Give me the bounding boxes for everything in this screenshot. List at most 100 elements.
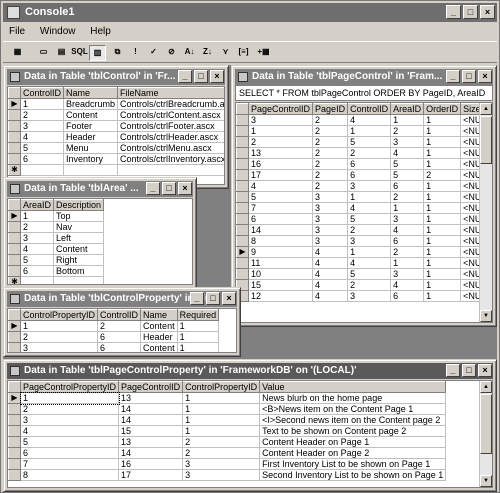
table-cell[interactable]: 1 (347, 191, 392, 203)
column-header[interactable]: ControlID (347, 103, 392, 115)
table-cell[interactable]: 6 (247, 213, 314, 225)
maximize-button[interactable]: □ (206, 292, 220, 305)
table-row[interactable]: 10 4 5 3 1 <NUL (236, 268, 490, 280)
table-row[interactable]: 8 17 3 Second Inventory List to be shown on… (8, 469, 447, 481)
table-cell[interactable]: 15 (247, 279, 314, 291)
table-cell[interactable]: 1 (423, 213, 462, 225)
table-cell[interactable]: Content (140, 320, 178, 332)
table-cell[interactable]: 3 (182, 469, 261, 481)
table-cell[interactable]: 5 (19, 142, 65, 154)
table-row[interactable]: 8 3 3 6 1 <NUL (236, 235, 490, 247)
table-cell[interactable]: 1 (19, 210, 55, 222)
close-button[interactable]: × (478, 70, 492, 83)
table-row[interactable]: 15 4 2 4 1 <NUL (236, 279, 490, 291)
close-button[interactable]: × (480, 5, 495, 19)
row-selector[interactable] (236, 268, 249, 280)
table-cell[interactable]: 5 (347, 213, 392, 225)
sql-pane[interactable]: SELECT * FROM tblPageControl ORDER BY Pa… (235, 85, 493, 101)
table-row[interactable]: 5 13 2 Content Header on Page 1 (8, 436, 447, 448)
table-row[interactable]: 3 Left (8, 232, 105, 244)
table-cell[interactable]: 2 (19, 403, 120, 415)
diagram-pane-icon[interactable]: ▭ (35, 45, 52, 61)
table-cell[interactable]: Content (140, 342, 178, 352)
table-cell[interactable]: Content Header on Page 2 (259, 447, 447, 459)
table-row[interactable]: 14 3 2 4 1 <NUL (236, 224, 490, 236)
table-cell[interactable]: 1 (423, 147, 462, 159)
minimize-button[interactable]: _ (446, 5, 461, 19)
table-cell[interactable]: 4 (19, 243, 55, 255)
row-selector[interactable] (8, 342, 21, 352)
table-cell[interactable]: 1 (423, 290, 462, 302)
table-cell[interactable]: Text to be shown on Content page 2 (259, 425, 447, 437)
table-cell[interactable]: 2 (390, 125, 425, 137)
table-cell[interactable]: 14 (118, 414, 184, 426)
table-cell[interactable]: 1 (19, 391, 120, 405)
table-cell[interactable]: Content Header on Page 1 (259, 436, 447, 448)
table-cell[interactable]: 3 (390, 213, 425, 225)
table-cell[interactable]: Content (53, 243, 105, 255)
window-tblPageControl[interactable]: Data in Table 'tblPageControl' in 'Fram.… (231, 65, 497, 327)
table-cell[interactable]: 4 (312, 268, 349, 280)
column-header[interactable]: FileName (117, 87, 224, 99)
table-cell[interactable]: 6 (347, 158, 392, 170)
column-header[interactable]: Description (53, 199, 105, 211)
new-row-icon[interactable]: ✱ (8, 276, 21, 284)
column-header[interactable]: Name (63, 87, 119, 99)
table-row[interactable]: ▶ 1 13 1 News blurb on the home page (8, 391, 447, 405)
table-cell[interactable]: 5 (347, 268, 392, 280)
minimize-button[interactable]: _ (446, 70, 460, 83)
grid-pane-icon[interactable]: ▤ (53, 45, 70, 61)
scroll-up-icon[interactable]: ▲ (480, 381, 492, 393)
table-cell[interactable]: 6 (390, 235, 425, 247)
table-cell[interactable]: 4 (247, 180, 314, 192)
scroll-down-icon[interactable]: ▼ (480, 310, 492, 322)
table-cell[interactable]: 1 (390, 257, 425, 269)
change-type-icon[interactable]: ⧉ (109, 45, 126, 61)
table-row[interactable]: ▶ 1 Top (8, 210, 105, 222)
table-cell[interactable]: 6 (19, 153, 65, 165)
row-selector[interactable] (236, 213, 249, 225)
table-row[interactable]: 17 2 6 5 2 <NUL (236, 169, 490, 181)
sort-descending-icon[interactable]: Z↓ (199, 45, 216, 61)
table-cell[interactable]: 2 (19, 331, 99, 343)
table-cell[interactable]: 1 (347, 246, 392, 258)
table-cell[interactable]: News blurb on the home page (259, 392, 447, 404)
table-cell[interactable]: 2 (347, 224, 392, 236)
new-row-icon[interactable]: ✱ (8, 164, 21, 176)
table-cell[interactable]: 4 (347, 257, 392, 269)
maximize-button[interactable]: □ (463, 5, 478, 19)
table-cell[interactable]: 2 (19, 109, 65, 121)
table-cell[interactable]: 3 (390, 136, 425, 148)
column-header[interactable]: Name (140, 309, 178, 321)
column-header[interactable]: PageControlPropertyID (19, 381, 120, 393)
table-row[interactable]: 3 2 4 1 1 <NUL (236, 114, 490, 126)
table-cell[interactable]: 8 (19, 469, 120, 481)
table-cell[interactable]: 4 (19, 425, 120, 437)
table-cell[interactable]: 6 (347, 169, 392, 181)
table-cell[interactable]: 16 (247, 158, 314, 170)
table-cell[interactable]: Header (140, 331, 178, 343)
table-cell[interactable]: 2 (347, 279, 392, 291)
column-header[interactable]: Required (176, 309, 220, 321)
row-selector[interactable] (8, 425, 21, 437)
scroll-thumb[interactable] (480, 394, 492, 454)
remove-filter-icon[interactable]: ⊘ (163, 45, 180, 61)
current-row-indicator-icon[interactable]: ▶ (8, 98, 21, 110)
table-row[interactable]: 7 3 4 1 1 <NUL (236, 202, 490, 214)
column-header[interactable]: AreaID (19, 199, 55, 211)
results-grid[interactable]: PageControlPropertyID PageControlID Contro… (7, 380, 493, 488)
menu-help[interactable]: Help (84, 24, 117, 39)
table-cell[interactable]: 1 (176, 331, 220, 343)
row-selector[interactable] (8, 221, 21, 233)
table-row[interactable]: 6 3 5 3 1 <NUL (236, 213, 490, 225)
table-cell[interactable]: 4 (390, 224, 425, 236)
table-cell[interactable]: 4 (312, 246, 349, 258)
table-cell[interactable] (19, 276, 55, 284)
new-row[interactable]: ✱ (8, 276, 105, 284)
filter-icon[interactable]: ⋎ (217, 45, 234, 61)
table-cell[interactable]: 1 (182, 425, 261, 437)
column-header[interactable]: PageID (312, 103, 349, 115)
table-cell[interactable]: Footer (63, 120, 119, 132)
table-cell[interactable]: Bottom (53, 265, 105, 277)
sql-pane-icon[interactable]: SQL (71, 45, 88, 61)
